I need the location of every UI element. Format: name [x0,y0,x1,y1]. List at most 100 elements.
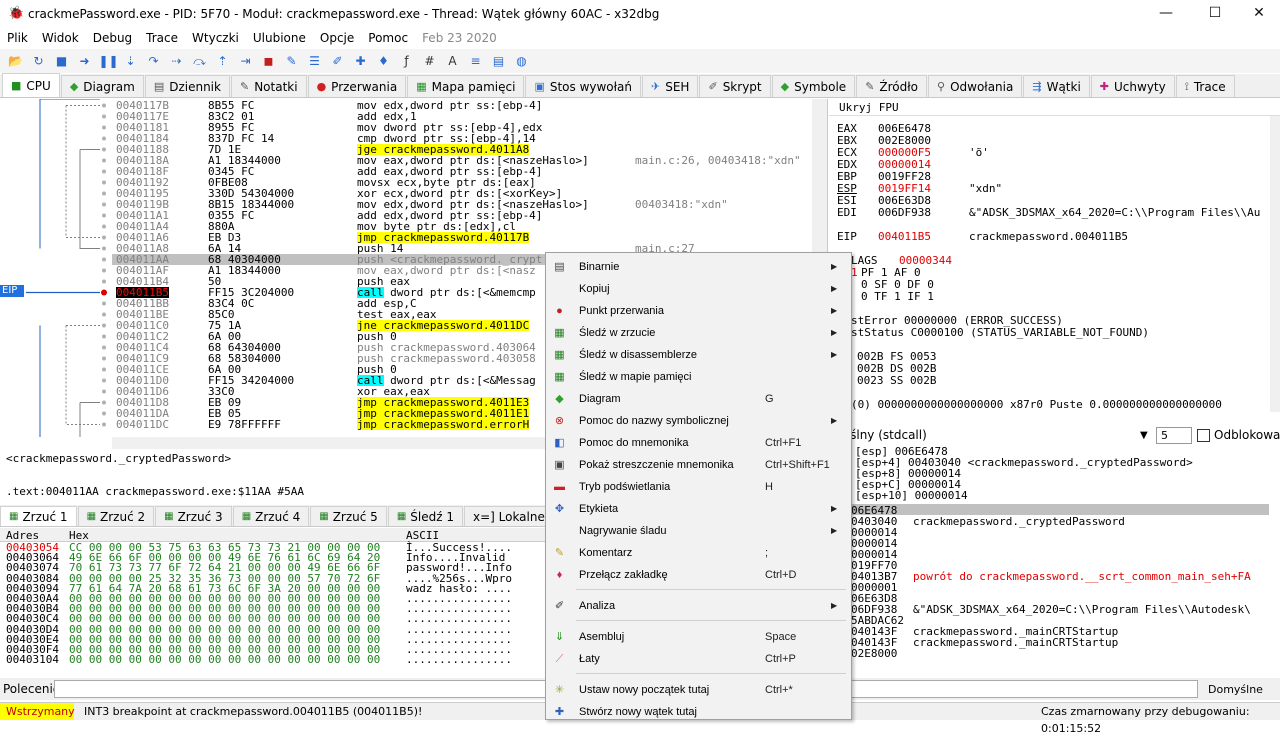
breakpoint-dot[interactable] [102,378,106,383]
tab-mapa-pamięci[interactable]: ▦ Mapa pamięci [407,75,525,97]
tab-skrypt[interactable]: ✐ Skrypt [699,75,771,97]
tab-seh[interactable]: ✈ SEH [642,75,699,97]
breakpoint-dot[interactable] [102,224,106,229]
patch-icon[interactable]: ☰ [306,52,324,70]
breakpoint-dot[interactable] [102,400,106,405]
breakpoint-dot[interactable] [102,147,106,152]
arg-count-spinner[interactable]: 5 [1156,426,1192,444]
command-type-dropdown[interactable]: Domyślne [1208,683,1263,696]
breakpoint-icon[interactable]: ✎ [283,52,301,70]
trace-into-icon[interactable]: ⇢ [168,52,186,70]
menu-item-4[interactable]: ▦ Śledź w disassemblerze ▶ [546,344,851,366]
dump-tab-1[interactable]: ▦ Zrzuć 1 [0,506,77,526]
menu-item-9[interactable]: ▣ Pokaż streszczenie mnemonika Ctrl+Shift+… [546,454,851,476]
breakpoint-dot[interactable] [102,125,106,130]
menu-item-8[interactable]: ◧ Pomoc do mnemonika Ctrl+F1 [546,432,851,454]
menu-item-6[interactable]: ◆ Diagram G [546,388,851,410]
menu-item-0[interactable]: ▤ Binarnie ▶ [546,256,851,278]
breakpoint-dot[interactable] [101,289,107,296]
comment-icon[interactable]: ✐ [329,52,347,70]
dump-tab-4[interactable]: ▦ Zrzuć 4 [232,506,310,526]
font-icon[interactable]: A [444,52,462,70]
tab-odwołania[interactable]: ⚲ Odwołania [928,75,1023,97]
menu-trace[interactable]: Trace [139,31,185,45]
breakpoint-dot[interactable] [102,213,106,218]
stop-icon[interactable]: ■ [53,52,71,70]
menu-item-13[interactable]: ✎ Komentarz; [546,542,851,564]
tab-diagram[interactable]: ◆ Diagram [60,75,144,97]
stack-arg[interactable]: [esp+10] 00000014 [855,489,968,502]
run-icon[interactable]: ➜ [76,52,94,70]
registers-scrollbar[interactable] [1270,116,1280,412]
breakpoint-dot[interactable] [102,103,106,108]
menu-wtyczki[interactable]: Wtyczki [185,31,246,45]
breakpoint-dot[interactable] [102,268,106,273]
breakpoint-dot[interactable] [102,411,106,416]
dump-view[interactable]: Adres Hex ASCII 00403054 CC 00 00 00 53 7… [0,528,545,676]
dropdown-arrow-icon[interactable]: ▼ [1140,430,1148,441]
tab-wątki[interactable]: ⇶ Wątki [1023,75,1090,97]
label-icon[interactable]: ✚ [352,52,370,70]
breakpoint-dot[interactable] [102,279,106,284]
stack-row[interactable]: 5ABDAC62 [829,614,1269,627]
breakpoint-dot[interactable] [102,257,106,262]
stack-view[interactable]: 06E6478 0403040 crackmepassword._cryptedPa… [829,504,1280,658]
menu-item-10[interactable]: ▬ Tryb podświetlania H [546,476,851,498]
fpu-register[interactable]: (0) 0000000000000000000 x87r0 Puste 0.00… [851,399,1222,411]
menu-item-5[interactable]: ▦ Śledź w mapie pamięci [546,366,851,388]
tab-stos-wywołań[interactable]: ▣ Stos wywołań [525,75,642,97]
open-icon[interactable]: 📂 [7,52,25,70]
menu-item-11[interactable]: ✥ Etykieta ▶ [546,498,851,520]
function-icon[interactable]: ƒ [398,52,416,70]
dump-row[interactable]: 00403104 00 00 00 00 00 00 00 00 00 00 00… [0,654,545,665]
stack-row[interactable]: 02E8000 [829,647,1269,658]
menu-widok[interactable]: Widok [35,31,86,45]
close-button[interactable]: ✕ [1236,0,1280,27]
menu-item-17[interactable]: ⟋ Łaty Ctrl+P [546,648,851,670]
minimize-button[interactable]: — [1143,0,1189,27]
menu-item-3[interactable]: ▦ Śledź w zrzucie ▶ [546,322,851,344]
dump-tab-5[interactable]: ▦ Zrzuć 5 [310,506,387,526]
registers-view[interactable]: Ukryj FPU EAX 006E6478 EBX 002E8000 ECX 00000… [829,99,1280,411]
hash-icon[interactable]: # [421,52,439,70]
stack-row[interactable]: 06E6478 [829,504,1269,517]
breakpoint-dot[interactable] [102,389,106,394]
menu-item-12[interactable]: Nagrywanie śladu ▶ [546,520,851,542]
menu-item-2[interactable]: ● Punkt przerwania ▶ [546,300,851,322]
dump-tab-6[interactable]: ▦ Śledź 1 [387,506,463,526]
menu-item-15[interactable]: ✐ Analiza ▶ [546,595,851,617]
menu-item-1[interactable]: Kopiuj ▶ [546,278,851,300]
breakpoint-dot[interactable] [102,191,106,196]
stack-row[interactable]: 0000014 [829,537,1269,550]
tab-notatki[interactable]: ✎ Notatki [230,75,307,97]
hide-fpu-button[interactable]: Ukryj FPU [829,99,1280,116]
run-to-user-code-icon[interactable]: ⇥ [237,52,255,70]
strings-icon[interactable]: ≡ [467,52,485,70]
tab-źródło[interactable]: ✎ Źródło [856,75,928,97]
stack-row[interactable]: 06E63D8 [829,592,1269,605]
help-icon[interactable]: ◍ [513,52,531,70]
call-convention-select[interactable]: yślny (stdcall) [843,428,927,442]
menu-item-14[interactable]: ♦ Przełącz zakładkę Ctrl+D [546,564,851,586]
unlock-checkbox[interactable] [1197,428,1210,442]
tab-symbole[interactable]: ◆ Symbole [771,75,856,97]
trace-over-icon[interactable]: ⤼ [191,52,209,70]
menu-item-7[interactable]: ⊗ Pomoc do nazwy symbolicznej ▶ [546,410,851,432]
dump-tab-3[interactable]: ▦ Zrzuć 3 [155,506,232,526]
menu-item-16[interactable]: ⇓ Asembluj Space [546,626,851,648]
breakpoint-dot[interactable] [102,246,106,251]
segment-row[interactable]: 0023 SS 002B [857,375,936,387]
menu-plik[interactable]: Plik [0,31,35,45]
menu-pomoc[interactable]: Pomoc [361,31,415,45]
stack-row[interactable]: 040143F crackmepassword._mainCRTStartup [829,625,1269,638]
stack-row[interactable]: 04013B7 powrót do crackmepassword.__scrt_… [829,570,1269,583]
tab-przerwania[interactable]: ● Przerwania [307,75,407,97]
tab-trace[interactable]: ⟟ Trace [1175,75,1235,97]
breakpoint-dot[interactable] [102,422,106,427]
stack-row[interactable]: 040143F crackmepassword._mainCRTStartup [829,636,1269,649]
calculator-icon[interactable]: ▤ [490,52,508,70]
stack-row[interactable]: 019FF70 [829,559,1269,572]
dump-tab-7[interactable]: x=] Lokalne [463,506,554,526]
menu-opcje[interactable]: Opcje [313,31,361,45]
breakpoint-dot[interactable] [102,235,106,240]
